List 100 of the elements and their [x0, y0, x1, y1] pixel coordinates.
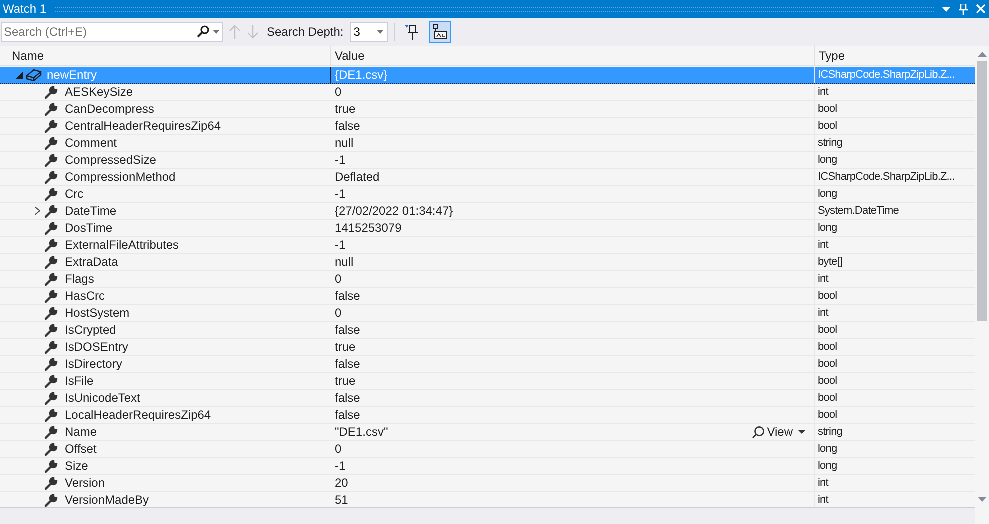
- scroll-down-icon[interactable]: [978, 497, 986, 502]
- value-cell-text: {27/02/2022 01:34:47}: [335, 203, 454, 220]
- value-cell-text: true: [335, 101, 356, 118]
- hex-toggle[interactable]: [428, 21, 451, 43]
- watch-row[interactable]: Offset 0 long: [0, 441, 975, 458]
- type-cell-text: int: [818, 306, 828, 321]
- watch-row[interactable]: IsUnicodeText false bool: [0, 390, 975, 407]
- watch-row[interactable]: ExtraData null byte[]: [0, 254, 975, 271]
- close-icon[interactable]: [976, 4, 986, 14]
- watch-row[interactable]: IsDOSEntry true bool: [0, 339, 975, 356]
- value-cell-text: null: [335, 135, 354, 152]
- type-cell-text: int: [818, 492, 828, 507]
- watch-row[interactable]: AESKeySize 0 int: [0, 84, 975, 101]
- value-cell-text: 0: [335, 271, 342, 288]
- pin-label-icon: [432, 24, 448, 40]
- search-icon: [197, 25, 210, 38]
- watch-row[interactable]: CompressedSize -1 long: [0, 152, 975, 169]
- wrench-icon: [44, 407, 60, 423]
- wrench-icon: [44, 271, 60, 287]
- name-cell-text: HostSystem: [65, 305, 130, 322]
- view-visualizer-button[interactable]: View: [752, 423, 806, 441]
- name-cell-text: CentralHeaderRequiresZip64: [65, 118, 222, 135]
- name-cell-text: CompressedSize: [65, 152, 156, 169]
- value-cell-text: false: [335, 390, 360, 407]
- watch-row[interactable]: IsFile true bool: [0, 373, 975, 390]
- watch-row[interactable]: Crc -1 long: [0, 186, 975, 203]
- collapse-arrow-icon[interactable]: [16, 72, 22, 78]
- watch-row[interactable]: Comment null string: [0, 135, 975, 152]
- value-cell-text: 0: [335, 441, 342, 458]
- value-cell-text: true: [335, 339, 356, 356]
- type-cell-text: bool: [818, 102, 838, 117]
- object-icon: [26, 67, 42, 83]
- watch-row[interactable]: Version 20 int: [0, 475, 975, 492]
- wrench-icon: [44, 101, 60, 117]
- watch-row[interactable]: HasCrc false bool: [0, 288, 975, 305]
- value-cell-text: false: [335, 118, 360, 135]
- value-cell-text: false: [335, 288, 360, 305]
- watch-row[interactable]: CanDecompress true bool: [0, 101, 975, 118]
- caret-icon: [376, 30, 384, 34]
- expand-arrow-icon[interactable]: [34, 207, 40, 215]
- name-cell-text: VersionMadeBy: [65, 492, 150, 507]
- name-cell-text: CanDecompress: [65, 101, 154, 118]
- value-cell-text: "DE1.csv": [335, 424, 388, 441]
- name-cell-text: Name: [65, 424, 98, 441]
- name-cell-text: ExternalFileAttributes: [65, 237, 180, 254]
- watch-row[interactable]: Flags 0 int: [0, 271, 975, 288]
- value-cell-text: 0: [335, 305, 342, 322]
- name-cell-text: CompressionMethod: [65, 169, 176, 186]
- wrench-icon: [44, 186, 60, 202]
- type-cell-text: int: [818, 238, 828, 253]
- watch-row[interactable]: IsCrypted false bool: [0, 322, 975, 339]
- value-cell-text: -1: [335, 237, 346, 254]
- type-cell-text: string: [818, 136, 842, 151]
- search-field[interactable]: Search (Ctrl+E): [1, 22, 223, 42]
- name-cell-text: Version: [65, 475, 106, 492]
- value-cell-text: false: [335, 356, 360, 373]
- watch-row[interactable]: Size -1 long: [0, 458, 975, 475]
- value-cell-text: true: [335, 373, 356, 390]
- value-cell-text: 20: [335, 475, 348, 492]
- type-cell-text: bool: [818, 322, 838, 338]
- watch-row[interactable]: ExternalFileAttributes -1 int: [0, 237, 975, 254]
- name-cell-text: IsUnicodeText: [65, 390, 140, 407]
- watch-row[interactable]: LocalHeaderRequiresZip64 false bool: [0, 407, 975, 424]
- name-cell-text: ExtraData: [65, 254, 118, 271]
- watch-row[interactable]: IsDirectory false bool: [0, 356, 975, 373]
- watch-row[interactable]: CentralHeaderRequiresZip64 false bool: [0, 118, 975, 135]
- type-cell-text: long: [818, 186, 838, 202]
- dropdown-icon[interactable]: [942, 6, 951, 12]
- name-cell-text: IsDirectory: [65, 356, 122, 373]
- value-cell-text: Deflated: [335, 169, 380, 186]
- watch-row[interactable]: CompressionMethod Deflated ICSharpCode.SharpZipLib.Z...: [0, 169, 975, 186]
- value-cell-text: -1: [335, 152, 346, 169]
- watch-row[interactable]: HostSystem 0 int: [0, 305, 975, 322]
- scroll-thumb[interactable]: [977, 61, 987, 321]
- type-cell-text: int: [818, 476, 828, 491]
- search-depth-dropdown[interactable]: 3: [350, 22, 388, 42]
- column-header[interactable]: Value: [330, 46, 814, 65]
- type-cell-text: bool: [818, 408, 838, 423]
- value-cell-text: -1: [335, 186, 346, 203]
- column-header[interactable]: Name: [0, 46, 330, 65]
- wrench-icon: [44, 152, 60, 168]
- pin-icon: [404, 24, 419, 40]
- name-cell-text: LocalHeaderRequiresZip64: [65, 407, 212, 424]
- type-cell-text: long: [818, 442, 838, 457]
- name-cell-text: DateTime: [65, 203, 117, 220]
- name-cell-text: IsFile: [65, 373, 94, 390]
- window-title: Watch 1: [3, 1, 47, 18]
- wrench-icon: [44, 135, 60, 151]
- caret-icon: [213, 30, 220, 34]
- watch-row[interactable]: Name "DE1.csv" View string: [0, 424, 975, 441]
- search-depth-label: Search Depth:: [267, 24, 344, 41]
- wrench-icon: [44, 118, 60, 134]
- watch-row[interactable]: DosTime 1415253079 long: [0, 220, 975, 237]
- pin-icon[interactable]: [959, 4, 968, 14]
- watch-row[interactable]: DateTime {27/02/2022 01:34:47} System.DateTime: [0, 203, 975, 220]
- name-cell-text: Comment: [65, 135, 118, 152]
- scroll-up-icon[interactable]: [978, 52, 986, 57]
- type-cell-text: bool: [818, 118, 838, 134]
- wrench-icon: [44, 237, 60, 253]
- value-cell-text: null: [335, 254, 354, 271]
